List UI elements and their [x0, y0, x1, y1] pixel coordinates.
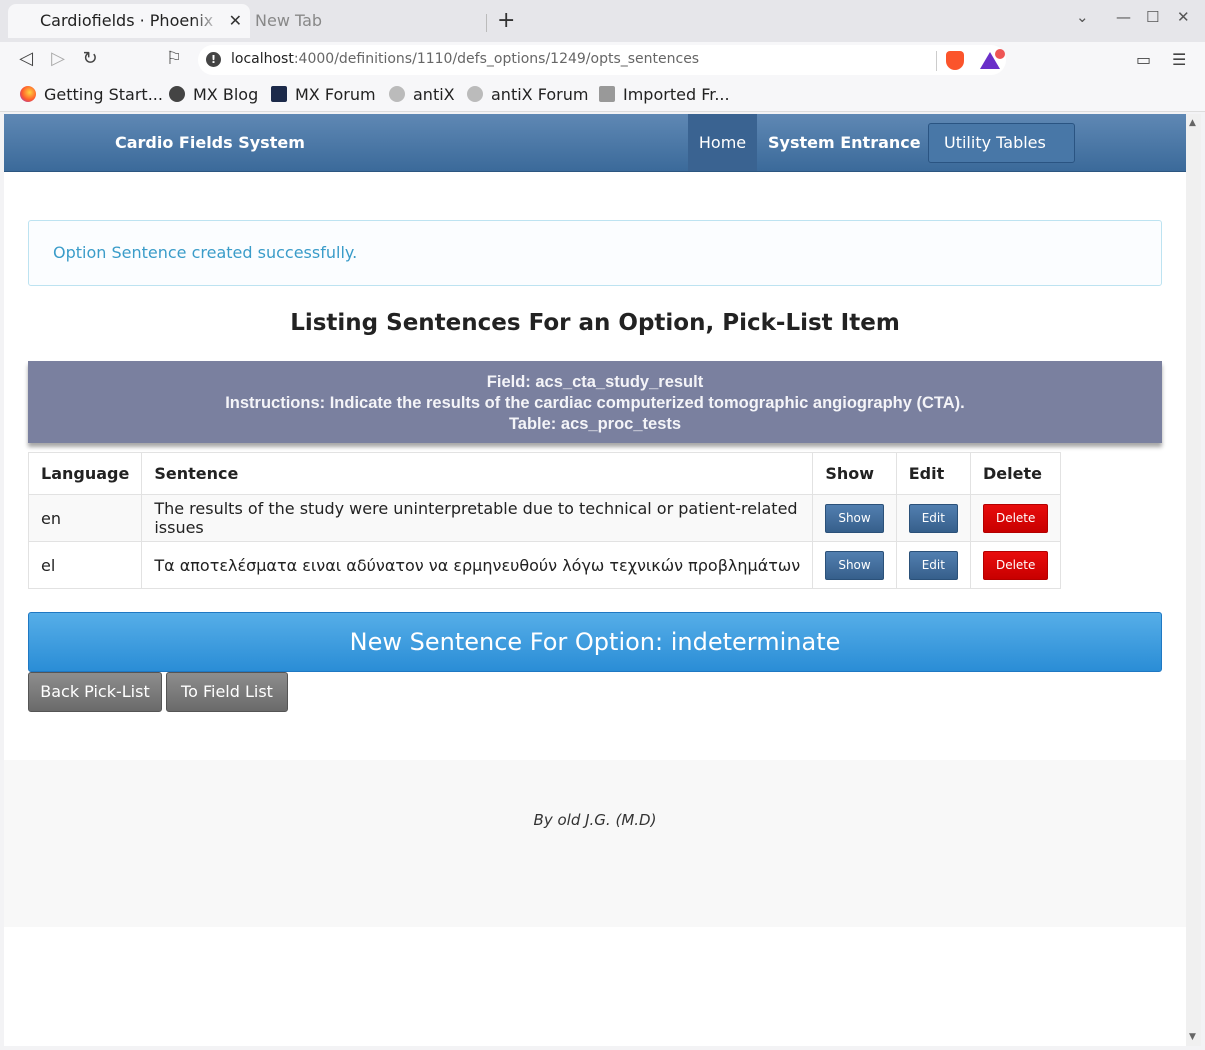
nav-utility-tables-button[interactable]: Utility Tables: [928, 123, 1075, 163]
vertical-scrollbar[interactable]: ▲ ▼: [1186, 114, 1201, 1046]
firefox-icon: [20, 86, 36, 102]
close-tab-icon[interactable]: ✕: [229, 4, 242, 38]
column-header: Sentence: [141, 452, 814, 495]
column-header: Delete: [969, 452, 1062, 495]
url-text: localhost:4000/definitions/1110/defs_opt…: [231, 51, 700, 67]
bookmark-imported[interactable]: Imported Fr...: [599, 85, 730, 104]
column-header: Show: [812, 452, 897, 495]
table-row: en The results of the study were uninter…: [27, 494, 1062, 542]
delete-cell: Delete: [969, 494, 1062, 542]
bookmark-antix-forum[interactable]: antiX Forum: [467, 85, 588, 104]
sentence-cell: The results of the study were uninterpre…: [141, 494, 814, 542]
field-info-box: Field: acs_cta_study_result Instructions…: [28, 361, 1162, 443]
browser-toolbar: ◁ ▷ ↻ ⚐ ! localhost:4000/definitions/111…: [0, 42, 1205, 78]
table-row: el Τα αποτελέσματα ειναι αδύνατον να ερμ…: [27, 541, 1062, 589]
minimize-icon[interactable]: —: [1116, 8, 1131, 26]
delete-button[interactable]: Delete: [982, 550, 1049, 580]
edit-cell: Edit: [895, 541, 971, 589]
column-header: Language: [27, 452, 143, 495]
notification-badge: [995, 49, 1005, 59]
field-instructions: Instructions: Indicate the results of th…: [225, 394, 965, 412]
nav-system-entrance-link[interactable]: System Entrance: [768, 133, 921, 152]
page-footer: By old J.G. (M.D): [4, 760, 1186, 927]
bookmark-mx-blog[interactable]: MX Blog: [169, 85, 258, 104]
close-window-icon[interactable]: ✕: [1177, 8, 1190, 26]
back-arrow-icon[interactable]: ◁: [14, 48, 38, 69]
bookmark-icon[interactable]: ⚐: [162, 48, 186, 69]
sentences-table: Language Sentence Show Edit Delete en Th…: [27, 452, 1062, 589]
page-viewport: Cardio Fields System Home System Entranc…: [4, 114, 1186, 1046]
page-title: Listing Sentences For an Option, Pick-Li…: [290, 310, 900, 336]
antix-icon: [467, 86, 483, 102]
url-separator: [936, 51, 937, 71]
maximize-icon[interactable]: ☐: [1146, 8, 1159, 26]
scroll-down-icon[interactable]: ▼: [1189, 1032, 1196, 1042]
to-field-list-button[interactable]: To Field List: [166, 672, 288, 712]
brave-shields-icon[interactable]: [946, 51, 964, 70]
site-info-icon[interactable]: !: [206, 52, 221, 67]
tab-title: Cardiofields · Phoenix Framework: [40, 11, 220, 30]
bookmark-getting-started[interactable]: Getting Start...: [20, 85, 163, 104]
edit-button[interactable]: Edit: [908, 503, 958, 533]
mx-icon: [271, 86, 287, 102]
scroll-up-icon[interactable]: ▲: [1189, 118, 1196, 128]
antix-icon: [389, 86, 405, 102]
back-pick-list-button[interactable]: Back Pick-List: [28, 672, 162, 712]
delete-cell: Delete: [969, 541, 1062, 589]
language-cell: en: [27, 494, 143, 542]
tab-title: New Tab: [255, 11, 323, 30]
tab-strip: Cardiofields · Phoenix Framework ✕ New T…: [0, 0, 1205, 42]
field-table: Table: acs_proc_tests: [508, 415, 682, 433]
address-bar[interactable]: ! localhost:4000/definitions/1110/defs_o…: [198, 45, 1006, 75]
column-header: Edit: [895, 452, 971, 495]
browser-window: Cardiofields · Phoenix Framework ✕ New T…: [0, 0, 1205, 1050]
show-cell: Show: [812, 494, 897, 542]
tab-separator: [486, 14, 487, 32]
forward-arrow-icon[interactable]: ▷: [46, 48, 70, 69]
new-sentence-button[interactable]: New Sentence For Option: indeterminate: [28, 612, 1162, 672]
nav-home-link[interactable]: Home: [688, 114, 757, 171]
field-name: Field: acs_cta_study_result: [486, 373, 704, 391]
tab-cardiofields[interactable]: Cardiofields · Phoenix Framework ✕: [8, 4, 250, 38]
new-tab-icon[interactable]: +: [497, 8, 515, 34]
folder-icon: [599, 86, 615, 102]
menu-icon[interactable]: ☰: [1172, 50, 1186, 69]
globe-icon: [169, 86, 185, 102]
show-button[interactable]: Show: [825, 503, 884, 533]
bookmarks-bar: Getting Start... MX Blog MX Forum antiX …: [0, 78, 1205, 112]
chevron-down-icon[interactable]: ⌄: [1076, 8, 1089, 26]
edit-cell: Edit: [895, 494, 971, 542]
brand-link[interactable]: Cardio Fields System: [115, 133, 305, 152]
wallet-icon[interactable]: ▭: [1136, 50, 1151, 69]
bookmark-mx-forum[interactable]: MX Forum: [271, 85, 376, 104]
edit-button[interactable]: Edit: [908, 550, 958, 580]
app-navbar: Cardio Fields System Home System Entranc…: [4, 114, 1186, 172]
table-header-row: Language Sentence Show Edit Delete: [27, 452, 1062, 495]
delete-button[interactable]: Delete: [982, 503, 1049, 533]
tab-new-tab[interactable]: New Tab: [255, 4, 485, 38]
success-alert[interactable]: Option Sentence created successfully.: [28, 220, 1162, 286]
bookmark-antix[interactable]: antiX: [389, 85, 455, 104]
show-cell: Show: [812, 541, 897, 589]
footer-credit: By old J.G. (M.D): [533, 811, 657, 829]
show-button[interactable]: Show: [825, 550, 884, 580]
reload-icon[interactable]: ↻: [78, 48, 102, 69]
sentence-cell: Τα αποτελέσματα ειναι αδύνατον να ερμηνε…: [141, 541, 814, 589]
language-cell: el: [27, 541, 143, 589]
